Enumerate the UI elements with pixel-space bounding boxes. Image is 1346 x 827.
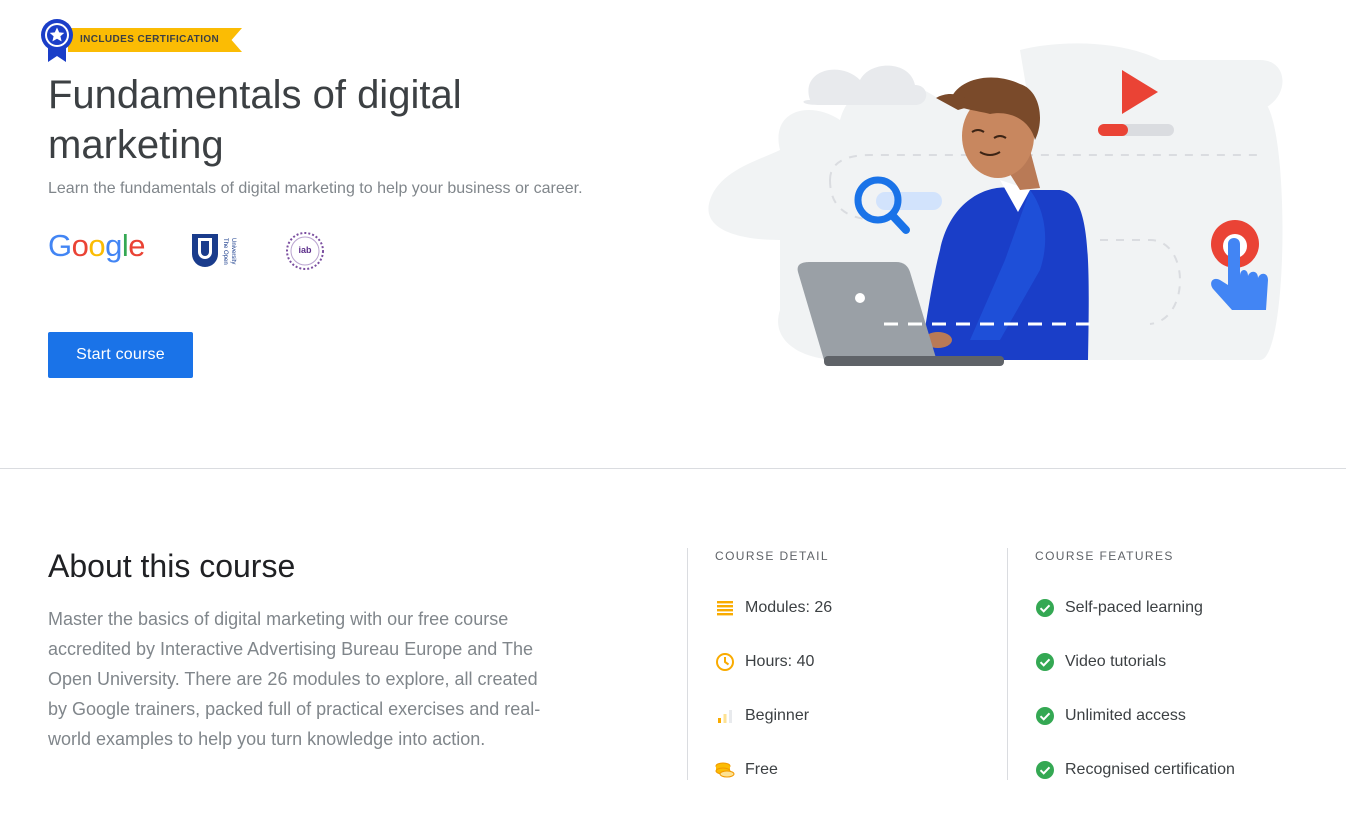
check-circle-icon (1035, 598, 1055, 618)
feature-label: Video tutorials (1065, 653, 1167, 670)
course-features-heading: COURSE FEATURES (1035, 549, 1174, 563)
feature-item: Video tutorials (1035, 650, 1166, 674)
open-university-logo: The Open University (192, 234, 236, 267)
svg-text:University: University (230, 238, 236, 264)
column-divider (687, 548, 688, 780)
level-bars-icon (715, 706, 735, 726)
feature-item: Recognised certification (1035, 758, 1235, 782)
check-circle-icon (1035, 652, 1055, 672)
check-circle-icon (1035, 706, 1055, 726)
feature-label: Self-paced learning (1065, 599, 1203, 616)
detail-level: Beginner (715, 704, 809, 728)
certification-ribbon: INCLUDES CERTIFICATION (68, 28, 242, 52)
hero-illustration (708, 43, 1283, 366)
detail-label: Beginner (745, 707, 810, 724)
google-logo: Google (48, 228, 146, 263)
section-divider (0, 468, 1346, 469)
certification-label: INCLUDES CERTIFICATION (80, 34, 220, 45)
svg-text:The Open: The Open (222, 238, 228, 265)
feature-label: Unlimited access (1065, 707, 1186, 724)
course-detail-heading: COURSE DETAIL (715, 549, 829, 563)
iab-logo: iab (286, 232, 324, 270)
feature-item: Self-paced learning (1035, 596, 1203, 620)
feature-item: Unlimited access (1035, 704, 1186, 728)
clock-icon (715, 652, 735, 672)
detail-modules: Modules: 26 (715, 596, 832, 620)
feature-label: Recognised certification (1065, 761, 1235, 778)
about-description: Master the basics of digital marketing w… (48, 609, 541, 749)
detail-price: Free (715, 758, 778, 782)
course-subtitle: Learn the fundamentals of digital market… (48, 180, 583, 197)
about-title: About this course (48, 548, 296, 584)
course-title: Fundamentals of digital marketing (48, 73, 462, 167)
modules-icon (715, 598, 735, 618)
column-divider (1007, 548, 1008, 780)
detail-label: Modules: 26 (745, 599, 833, 616)
medal-icon (41, 19, 73, 62)
coins-icon (715, 760, 735, 780)
detail-label: Hours: 40 (745, 653, 815, 670)
svg-text:iab: iab (298, 245, 312, 255)
start-course-button[interactable]: Start course (48, 332, 193, 378)
certification-badge: INCLUDES CERTIFICATION (40, 18, 242, 62)
detail-hours: Hours: 40 (715, 650, 814, 674)
detail-label: Free (745, 761, 778, 778)
check-circle-icon (1035, 760, 1055, 780)
